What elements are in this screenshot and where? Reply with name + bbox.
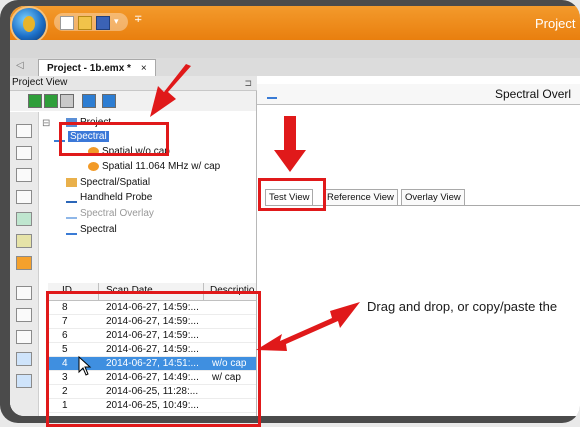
document-tab-strip: ◁ Project - 1b.emx * × xyxy=(10,58,580,77)
tree-node-spectral-spatial[interactable]: Spectral/Spatial xyxy=(66,176,150,190)
spectral-icon xyxy=(66,224,77,235)
app-menu-orb-icon[interactable] xyxy=(12,8,46,42)
tree-node-spectral-2[interactable]: Spectral xyxy=(66,223,117,237)
overlay-tool-icon[interactable] xyxy=(16,212,32,226)
tool-icon-10[interactable] xyxy=(16,330,32,344)
tool-icon-1[interactable] xyxy=(16,124,32,138)
report-tool-icon[interactable] xyxy=(16,374,32,388)
annotation-box-scan-table xyxy=(46,291,261,427)
spatial-icon xyxy=(88,161,99,171)
annotation-box-spectral xyxy=(59,122,169,156)
tool-icon-3[interactable] xyxy=(16,168,32,182)
pin-icon[interactable]: ⊐ xyxy=(244,76,252,90)
annotation-box-test-view xyxy=(258,178,326,211)
close-tab-icon[interactable]: × xyxy=(141,63,147,74)
tab-scroll-left-icon[interactable]: ◁ xyxy=(16,60,24,71)
run-icon[interactable] xyxy=(28,94,42,108)
probe-tool-icon[interactable] xyxy=(16,234,32,248)
project-view-title: Project View xyxy=(12,77,68,88)
r-tool-icon[interactable] xyxy=(16,352,32,366)
orange-tool-icon[interactable] xyxy=(16,256,32,270)
tree-expander-icon[interactable]: ⊟ xyxy=(42,117,50,131)
tab-reference-view[interactable]: Reference View xyxy=(323,189,398,205)
app-title: Project xyxy=(535,16,576,31)
ribbon-bar xyxy=(10,40,580,59)
panel-title: Spectral Overl xyxy=(495,87,572,101)
search-icon[interactable] xyxy=(102,94,116,108)
project-view-header: Project View ⊐ xyxy=(10,76,258,91)
tree-node-spectral-overlay[interactable]: Spectral Overlay xyxy=(66,207,154,221)
project-view-toolbar xyxy=(10,91,256,111)
tool-icon-8[interactable] xyxy=(16,286,32,300)
settings-icon[interactable] xyxy=(82,94,96,108)
probe-icon xyxy=(66,192,77,203)
drag-drop-hint: Drag and drop, or copy/paste the xyxy=(367,299,558,314)
open-folder-icon[interactable] xyxy=(78,16,92,30)
stop-icon[interactable] xyxy=(60,94,74,108)
tree-node-handheld-probe[interactable]: Handheld Probe xyxy=(66,191,152,205)
panel-header: Spectral Overl xyxy=(257,84,580,105)
title-bar: ▾ ∓ Project xyxy=(10,6,580,42)
spectral-overlay-panel: Spectral Overl Test View Reference View … xyxy=(257,76,580,416)
spectral-overlay-icon xyxy=(267,89,277,99)
run-all-icon[interactable] xyxy=(44,94,58,108)
tool-sidebar xyxy=(10,112,39,416)
spatial-tool-icon[interactable] xyxy=(16,190,32,204)
spectral-spatial-icon xyxy=(66,177,77,187)
qat-customize-icon[interactable]: ∓ xyxy=(134,14,142,25)
quick-access-toolbar: ▾ xyxy=(54,13,128,31)
tool-icon-9[interactable] xyxy=(16,308,32,322)
tree-node-spatial-w-cap[interactable]: Spatial 11.064 MHz w/ cap xyxy=(88,160,220,174)
new-file-icon[interactable] xyxy=(60,16,74,30)
tab-overlay-view[interactable]: Overlay View xyxy=(401,189,465,205)
spectral-tool-icon[interactable] xyxy=(16,146,32,160)
tab-label: Project - 1b.emx * xyxy=(47,63,131,74)
tab-project-document[interactable]: Project - 1b.emx * × xyxy=(38,59,156,77)
qat-dropdown-icon[interactable]: ▾ xyxy=(114,16,126,28)
overlay-icon xyxy=(66,208,77,219)
save-icon[interactable] xyxy=(96,16,110,30)
